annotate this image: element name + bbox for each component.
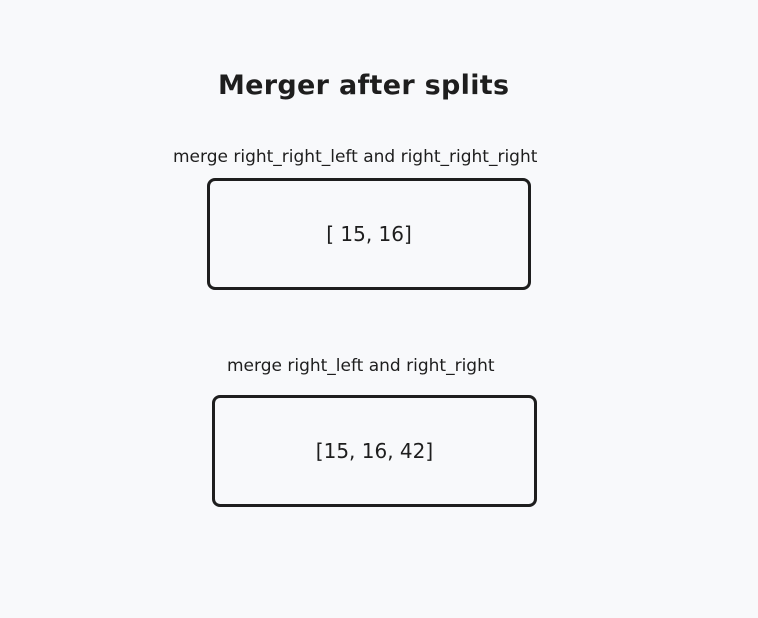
merge-step-2-label: merge right_left and right_right — [227, 356, 495, 376]
merge-step-2-box: [15, 16, 42] — [212, 395, 537, 507]
merge-step-2-result: [15, 16, 42] — [315, 439, 434, 463]
diagram-title: Merger after splits — [218, 70, 510, 101]
merge-step-1-label: merge right_right_left and right_right_r… — [173, 147, 538, 167]
merge-step-1-box: [ 15, 16] — [207, 178, 531, 290]
merge-step-1-result: [ 15, 16] — [326, 222, 412, 246]
